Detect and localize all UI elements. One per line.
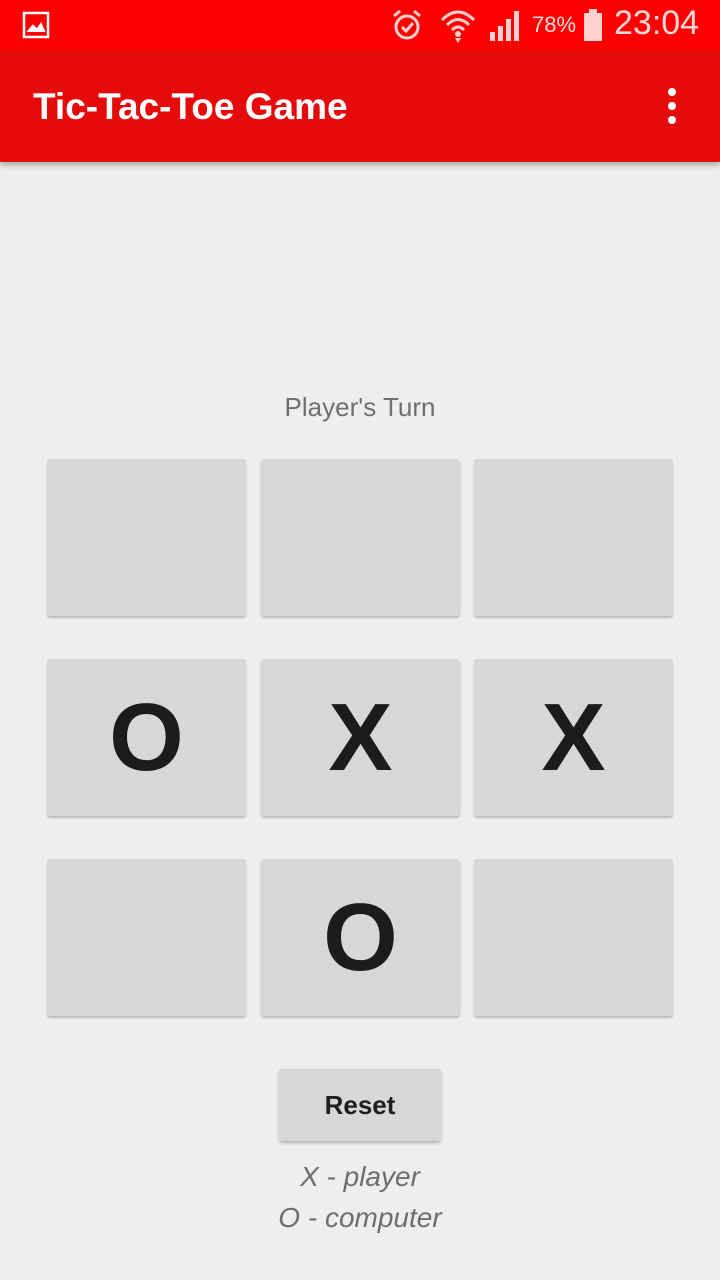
- battery-percent: 78%: [532, 12, 577, 37]
- overflow-menu-button[interactable]: [652, 82, 692, 130]
- gallery-icon: [22, 11, 50, 39]
- game-board: O X X O: [47, 459, 673, 1016]
- board-cell-r2c3[interactable]: X: [474, 659, 673, 816]
- battery-icon: [584, 9, 602, 41]
- board-cell-r1c3[interactable]: [474, 459, 673, 616]
- app-bar: Tic-Tac-Toe Game: [0, 50, 720, 162]
- board-cell-r2c1[interactable]: O: [47, 659, 246, 816]
- status-bar: 78% 23:04: [0, 0, 720, 50]
- turn-label: Player's Turn: [284, 392, 436, 422]
- board-cell-r1c1[interactable]: [47, 459, 246, 616]
- board-cell-r3c1[interactable]: [47, 859, 246, 1016]
- legend-player: X - player: [300, 1161, 420, 1192]
- clock: 23:04: [614, 4, 700, 42]
- board-cell-r1c2[interactable]: [261, 459, 460, 616]
- signal-icon: [490, 11, 519, 41]
- board-cell-r3c2[interactable]: O: [261, 859, 460, 1016]
- legend: X - player O - computer: [0, 1156, 720, 1238]
- wifi-icon: [440, 10, 476, 43]
- board-cell-r2c2[interactable]: X: [261, 659, 460, 816]
- overflow-menu-icon-dot: [668, 102, 676, 110]
- overflow-menu-icon: [668, 88, 676, 96]
- legend-computer: O - computer: [278, 1202, 442, 1233]
- board-cell-r3c3[interactable]: [474, 859, 673, 1016]
- reset-button[interactable]: Reset: [279, 1069, 441, 1141]
- alarm-icon: [393, 9, 421, 40]
- app-title: Tic-Tac-Toe Game: [33, 86, 348, 127]
- overflow-menu-icon-dot: [668, 116, 676, 124]
